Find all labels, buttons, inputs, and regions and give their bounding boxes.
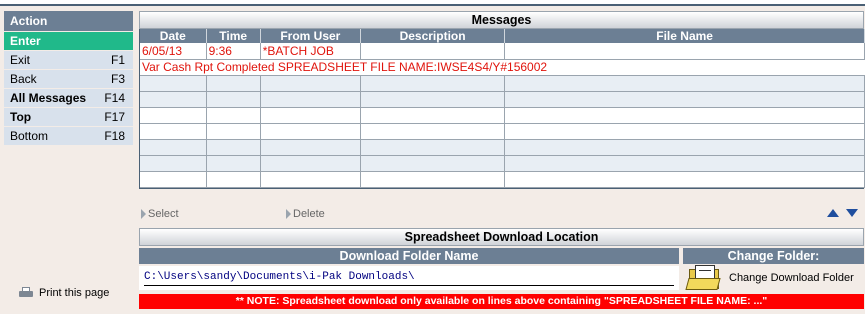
cell-date: 6/05/13 [140,43,207,60]
action-back-key: F3 [110,72,125,86]
table-row[interactable] [140,139,865,156]
action-exit-key: F1 [110,53,125,67]
top-rule [0,0,865,6]
action-all-messages-label: All Messages [10,91,87,105]
change-download-folder-button[interactable]: Change Download Folder [683,264,864,292]
action-back-label: Back [10,72,37,86]
change-download-folder-label: Change Download Folder [729,272,854,284]
download-location-panel: Spreadsheet Download Location Download F… [139,228,864,290]
action-bottom-key: F18 [104,129,125,143]
action-enter[interactable]: Enter [4,32,133,50]
table-row[interactable] [140,91,865,108]
select-command[interactable]: Select [141,208,179,220]
col-header-from-user[interactable]: From User [260,29,361,43]
messages-title: Messages [139,11,864,29]
table-row[interactable] [140,107,865,124]
folder-icon [685,265,723,291]
table-row[interactable] [140,123,865,140]
command-bar: Select Delete [139,208,864,222]
delete-arrow-icon [286,209,291,219]
download-folder-header: Download Folder Name [139,248,679,264]
col-header-description[interactable]: Description [360,29,506,43]
messages-header-row: Date Time From User Description File Nam… [140,29,865,43]
download-location-title: Spreadsheet Download Location [139,228,864,246]
change-folder-header: Change Folder: [683,248,864,264]
change-folder-section: Change Folder: Change Download Folder [683,248,864,292]
cell-message-detail: Var Cash Rpt Completed SPREADSHEET FILE … [140,59,865,76]
print-page-label: Print this page [39,287,110,299]
page-nav [827,209,858,217]
table-row-detail[interactable]: Var Cash Rpt Completed SPREADSHEET FILE … [140,59,865,76]
download-note: ** NOTE: Spreadsheet download only avail… [139,294,864,309]
col-header-time[interactable]: Time [206,29,261,43]
action-back[interactable]: Back F3 [4,70,133,88]
action-bottom-label: Bottom [10,129,49,143]
download-folder-section: Download Folder Name C:\Users\sandy\Docu… [139,248,679,290]
action-bottom[interactable]: Bottom F18 [4,127,133,145]
print-page-link[interactable]: Print this page [19,287,109,299]
download-folder-box: C:\Users\sandy\Documents\i-Pak Downloads… [139,266,679,290]
messages-grid: Date Time From User Description File Nam… [139,29,865,189]
action-exit-label: Exit [10,53,31,67]
cell-time: 9:36 [206,43,261,60]
action-all-messages[interactable]: All Messages F14 [4,89,133,107]
download-folder-path[interactable]: C:\Users\sandy\Documents\i-Pak Downloads… [144,270,674,286]
col-header-date[interactable]: Date [140,29,207,43]
messages-table: Date Time From User Description File Nam… [140,29,865,188]
table-row[interactable] [140,155,865,172]
table-row[interactable] [140,75,865,92]
delete-command[interactable]: Delete [286,208,325,220]
printer-icon [19,287,33,299]
action-all-messages-key: F14 [104,91,125,105]
page-down-icon[interactable] [846,209,858,217]
col-header-file-name[interactable]: File Name [504,29,865,43]
action-enter-label: Enter [10,34,41,48]
action-panel: Action Enter Exit F1 Back F3 All Message… [4,11,133,145]
select-label: Select [148,208,179,220]
action-header: Action [4,11,133,31]
action-top[interactable]: Top F17 [4,108,133,126]
cell-file-name [504,43,865,60]
page-up-icon[interactable] [827,209,839,217]
messages-panel: Messages Date Time From User Description… [139,11,865,189]
cell-from-user: *BATCH JOB [260,43,361,60]
action-exit[interactable]: Exit F1 [4,51,133,69]
action-top-label: Top [10,110,32,124]
delete-label: Delete [293,208,325,220]
select-arrow-icon [141,209,146,219]
table-row[interactable]: 6/05/13 9:36 *BATCH JOB [140,43,865,60]
action-top-key: F17 [104,110,125,124]
table-row[interactable] [140,171,865,188]
cell-description [360,43,506,60]
